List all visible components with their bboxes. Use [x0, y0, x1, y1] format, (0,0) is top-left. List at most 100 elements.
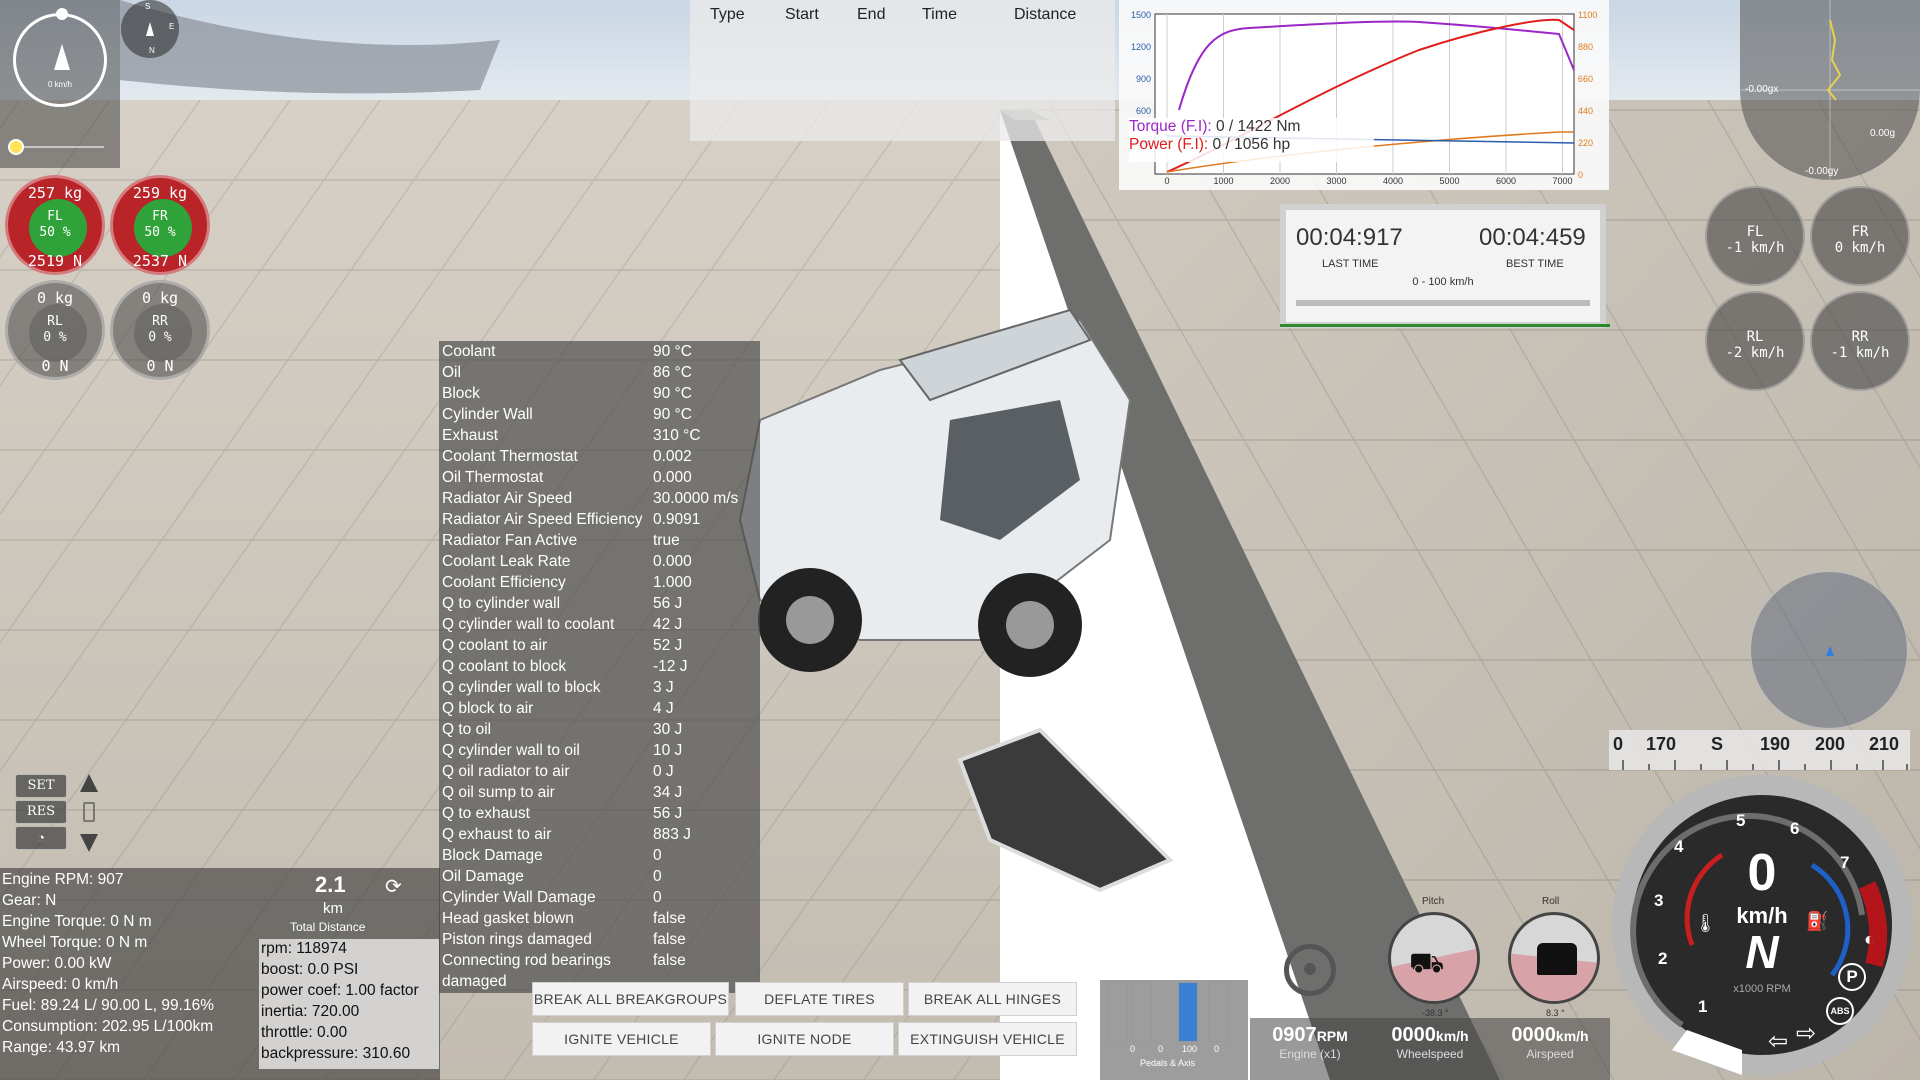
- readouts-bar: 0907RPM Engine (x1) 0000km/h Wheelspeed …: [1250, 1018, 1610, 1080]
- engine-table-value: false: [653, 952, 686, 969]
- engine-table-key: Q to oil: [442, 721, 492, 738]
- torque-power-chart: 0 1000 2000 3000 4000 5000 6000 7000 1500 1200 900…: [1119, 0, 1609, 190]
- col-type: Type: [710, 6, 745, 23]
- chart-y-left-tick: 900: [1136, 74, 1151, 84]
- roll-gauge: [1508, 912, 1600, 1004]
- cruise-up-arrow-icon[interactable]: [80, 774, 98, 792]
- break-all-breakgroups-button[interactable]: BREAK ALL BREAKGROUPS: [532, 982, 729, 1016]
- wheel-speed-fr: FR 0 km/h: [1810, 186, 1910, 286]
- pedal-fill-parking: [1179, 983, 1197, 1041]
- debug-throttle: throttle: 0.00: [261, 1024, 348, 1041]
- chart-y-right-tick: 1100: [1578, 10, 1597, 20]
- engine-table-value: 42 J: [653, 616, 683, 633]
- rpm-readout-label: Engine (x1): [1279, 1047, 1341, 1061]
- cruise-speedometer-icon[interactable]: ◔: [15, 826, 67, 850]
- engine-table-key: Q to exhaust: [442, 805, 530, 822]
- ignite-node-button[interactable]: IGNITE NODE: [715, 1022, 894, 1056]
- engine-table-row: Radiator Air Speed Efficiency 0.9091: [439, 509, 760, 530]
- wheel-speed-fl: FL -1 km/h: [1705, 186, 1805, 286]
- wheel-load-rl-newtons: 0 N: [41, 357, 69, 375]
- cruise-set-button[interactable]: SET: [15, 774, 67, 798]
- chart-x-tick: 5000: [1439, 176, 1459, 186]
- best-time-value: 00:04:459: [1479, 224, 1586, 251]
- gforce-z: 0.00g: [1870, 128, 1896, 139]
- engine-table-key: Q oil sump to air: [442, 784, 555, 801]
- truck-front-icon: [1537, 943, 1577, 975]
- cruise-down-arrow-icon[interactable]: [80, 834, 98, 852]
- pedal-value-parking: 100: [1182, 1044, 1198, 1054]
- wheel-load-fl: 257 kg FL 50 % 2519 N: [5, 175, 105, 275]
- total-distance-label: Total Distance: [290, 920, 366, 934]
- wheel-load-rr-name: RR: [152, 314, 168, 329]
- ignite-vehicle-button[interactable]: IGNITE VEHICLE: [532, 1022, 711, 1056]
- wheel-load-rl-pct: 0 %: [43, 330, 67, 345]
- rpm-readout-value: 0907: [1272, 1024, 1317, 1046]
- engine-table-key: Coolant: [442, 343, 496, 360]
- compass-zoom-slider[interactable]: [24, 146, 104, 148]
- engine-table-key: Q to cylinder wall: [442, 595, 561, 612]
- engine-table-key: Coolant Thermostat: [442, 448, 578, 465]
- engine-table-key: Cylinder Wall: [442, 406, 533, 423]
- engine-table-value: 10 J: [653, 742, 683, 759]
- chart-y-right-tick: 440: [1578, 106, 1593, 116]
- break-all-hinges-button[interactable]: BREAK ALL HINGES: [908, 982, 1077, 1016]
- debug-inertia: inertia: 720.00: [261, 1003, 360, 1020]
- engine-table-key: Cylinder Wall Damage: [442, 889, 596, 906]
- engine-table-value: 1.000: [653, 574, 692, 591]
- pedal-bar-throttle: [1108, 982, 1128, 1042]
- stat-fuel: Fuel: 89.24 L/ 90.00 L, 99.16%: [2, 997, 214, 1014]
- engine-table-value: 90 °C: [653, 406, 692, 423]
- chart-x-tick: 3000: [1326, 176, 1346, 186]
- engine-table-value: 0.000: [653, 469, 692, 486]
- chart-x-tick: 0: [1164, 176, 1169, 186]
- wheel-load-fl-name: FL: [47, 209, 63, 224]
- engine-rpm-readout: 0907RPM Engine (x1): [1250, 1024, 1370, 1061]
- wheelspeed-label: Wheelspeed: [1396, 1047, 1464, 1061]
- engine-table-value: false: [653, 931, 686, 948]
- engine-table-row: Block 90 °C: [439, 383, 760, 404]
- airspeed-value: 0000: [1511, 1024, 1556, 1046]
- tape-ticks: [1622, 760, 1908, 770]
- chart-x-tick: 4000: [1383, 176, 1403, 186]
- pitch-label: Pitch: [1422, 896, 1445, 907]
- engine-table-key: Block Damage: [442, 847, 543, 864]
- roll-label: Roll: [1542, 896, 1560, 907]
- engine-table-key: Oil Thermostat: [442, 469, 544, 486]
- debug-power-coef: power coef: 1.00 factor: [261, 982, 419, 999]
- timer-mode-label: 0 - 100 km/h: [1412, 276, 1474, 288]
- engine-table-value: 3 J: [653, 679, 674, 696]
- extinguish-vehicle-button[interactable]: EXTINGUISH VEHICLE: [898, 1022, 1077, 1056]
- mini-compass-e: E: [169, 22, 175, 31]
- deflate-tires-button[interactable]: DEFLATE TIRES: [735, 982, 904, 1016]
- gforce-gauge: -0.00gx 0.00g -0.00gy: [1740, 0, 1920, 180]
- wheel-speed-fl-name: FL: [1746, 224, 1764, 240]
- engine-table-key: Q cylinder wall to block: [442, 679, 601, 696]
- mini-compass: S E N: [121, 0, 179, 58]
- col-distance: Distance: [1014, 6, 1077, 23]
- parking-brake-icon: P: [1838, 963, 1866, 991]
- col-start: Start: [785, 6, 819, 23]
- engine-table-row: Q to oil 30 J: [439, 719, 760, 740]
- engine-table-value: 4 J: [653, 700, 674, 717]
- engine-table-key: Oil: [442, 364, 461, 381]
- total-distance-value: 2.1: [315, 872, 346, 897]
- engine-table-row: Connecting rod bearings false: [439, 950, 760, 971]
- wheelspeed-unit: km/h: [1435, 1028, 1469, 1044]
- engine-table-row: Head gasket blown false: [439, 908, 760, 929]
- stat-power: Power: 0.00 kW: [2, 955, 112, 972]
- engine-table-key: Q block to air: [442, 700, 534, 717]
- gforce-y: -0.00gy: [1805, 166, 1839, 177]
- compass-zoom-knob[interactable]: [8, 139, 24, 155]
- wheel-load-rl-kg: 0 kg: [36, 289, 74, 307]
- wheelspeed-value: 0000: [1391, 1024, 1436, 1046]
- engine-table-value: 56 J: [653, 595, 683, 612]
- wheel-speed-fr-name: FR: [1851, 224, 1869, 240]
- minimap[interactable]: [1750, 571, 1908, 729]
- airspeed-readout: 0000km/h Airspeed: [1490, 1024, 1610, 1061]
- mini-compass-n: N: [149, 46, 155, 55]
- wheelspeed-readout: 0000km/h Wheelspeed: [1370, 1024, 1490, 1061]
- stat-consumption: Consumption: 202.95 L/100km: [2, 1018, 214, 1035]
- reset-distance-icon[interactable]: ⟳: [385, 874, 402, 899]
- cruise-res-button[interactable]: RES: [15, 800, 67, 824]
- rpm-scale-label: x1000 RPM: [1733, 983, 1791, 995]
